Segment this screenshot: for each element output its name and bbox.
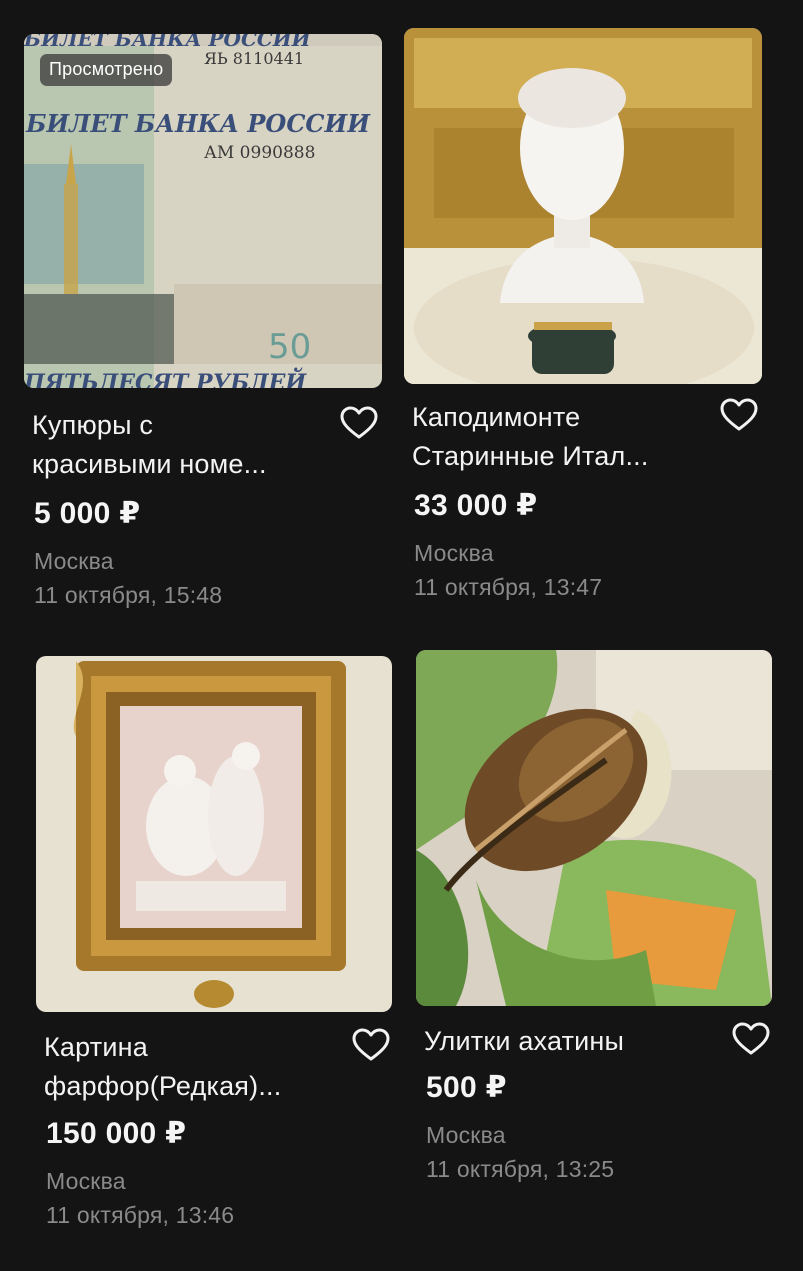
listing-title[interactable]: Купюры с красивыми номе... [32, 406, 267, 484]
listing-photo-porcelain-picture[interactable] [36, 656, 392, 1012]
snail-photo-image [416, 650, 772, 1006]
listing-price: 5 000 ₽ [34, 497, 141, 530]
favorite-heart-icon[interactable] [732, 1022, 770, 1056]
listing-photo-banknotes[interactable]: БИЛЕТ БАНКА РОССИИ ЯЬ 8110441 БИЛЕТ БАНК… [24, 34, 382, 388]
favorite-heart-icon[interactable] [352, 1028, 390, 1062]
favorite-heart-icon[interactable] [340, 406, 378, 440]
listing-photo-snails[interactable] [416, 650, 772, 1006]
listing-photo-capodimonte[interactable] [404, 28, 762, 384]
porcelain-bust-image [404, 28, 762, 384]
listing-title[interactable]: Картина фарфор(Редкая)... [44, 1028, 281, 1106]
svg-text:50: 50 [268, 327, 311, 367]
listing-city: Москва [34, 548, 114, 574]
listing-card-banknotes[interactable]: БИЛЕТ БАНКА РОССИИ ЯЬ 8110441 БИЛЕТ БАНК… [24, 34, 384, 624]
listing-price: 33 000 ₽ [414, 489, 538, 522]
listing-date: 11 октября, 13:47 [414, 574, 603, 600]
listing-city: Москва [46, 1168, 126, 1194]
listing-city: Москва [414, 540, 494, 566]
listing-date: 11 октября, 13:46 [46, 1202, 235, 1228]
listing-price: 150 000 ₽ [46, 1117, 187, 1150]
viewed-badge: Просмотрено [40, 54, 173, 86]
listing-city: Москва [426, 1122, 506, 1148]
framed-porcelain-image [36, 656, 392, 1012]
favorite-heart-icon[interactable] [720, 398, 758, 432]
banknote-photo-image: БИЛЕТ БАНКА РОССИИ ЯЬ 8110441 БИЛЕТ БАНК… [24, 34, 382, 388]
svg-text:БИЛЕТ БАНКА РОССИИ: БИЛЕТ БАНКА РОССИИ [25, 109, 371, 138]
listing-card-capodimonte[interactable]: Каподимонте Старинные Итал... 33 000 ₽ М… [404, 28, 764, 618]
svg-text:АМ 0990888: АМ 0990888 [204, 143, 315, 163]
listing-card-snails[interactable]: Улитки ахатины 500 ₽ Москва 11 октября, … [416, 650, 776, 1210]
svg-text:ЯЬ 8110441: ЯЬ 8110441 [204, 49, 304, 68]
listing-card-porcelain-picture[interactable]: Картина фарфор(Редкая)... 150 000 ₽ Моск… [36, 656, 396, 1246]
listing-title[interactable]: Улитки ахатины [424, 1022, 624, 1061]
listing-price: 500 ₽ [426, 1071, 507, 1104]
svg-text:ПЯТЬДЕСЯТ РУБЛЕЙ: ПЯТЬДЕСЯТ РУБЛЕЙ [24, 367, 307, 388]
listing-title[interactable]: Каподимонте Старинные Итал... [412, 398, 649, 476]
listing-date: 11 октября, 13:25 [426, 1156, 615, 1182]
listing-date: 11 октября, 15:48 [34, 582, 223, 608]
